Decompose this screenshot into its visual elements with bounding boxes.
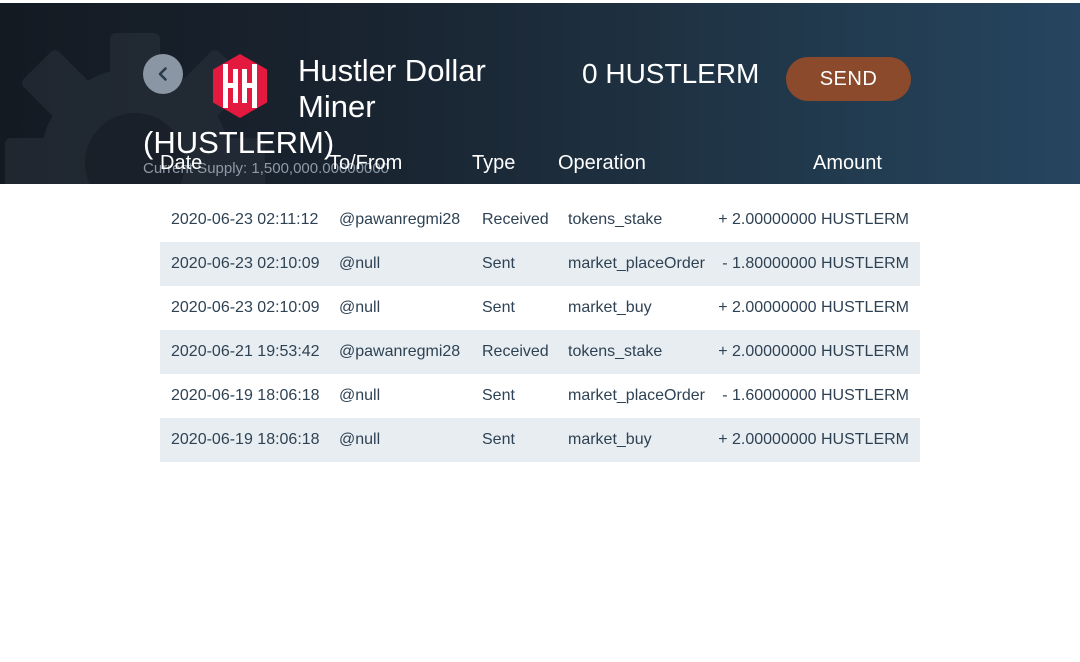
table-row: 2020-06-19 18:06:18 @null Sent market_bu…: [160, 418, 920, 462]
table-row: 2020-06-23 02:10:09 @null Sent market_bu…: [160, 286, 920, 330]
table-row: 2020-06-19 18:06:18 @null Sent market_pl…: [160, 374, 920, 418]
cell-date: 2020-06-23 02:10:09: [171, 299, 320, 316]
cell-type: Sent: [482, 387, 515, 404]
table-row: 2020-06-23 02:11:12 @pawanregmi28 Receiv…: [160, 198, 920, 242]
token-name-line2: Miner: [298, 89, 376, 124]
cell-to-from[interactable]: @pawanregmi28: [339, 343, 460, 361]
token-balance: 0 HUSTLERM: [582, 58, 760, 89]
cell-type: Received: [482, 343, 549, 360]
cell-amount: + 2.00000000 HUSTLERM: [718, 299, 909, 316]
back-button[interactable]: [143, 54, 183, 94]
cell-operation: tokens_stake: [568, 343, 663, 360]
column-header-to-from: To/From: [329, 152, 403, 174]
column-header-type: Type: [472, 152, 516, 174]
table-row: 2020-06-23 02:10:09 @null Sent market_pl…: [160, 242, 920, 286]
cell-to-from[interactable]: @pawanregmi28: [339, 211, 460, 229]
cell-operation: market_buy: [568, 299, 652, 316]
chevron-left-icon: [158, 67, 167, 81]
cell-to-from[interactable]: @null: [339, 255, 380, 273]
cell-type: Sent: [482, 431, 515, 448]
cell-amount: + 2.00000000 HUSTLERM: [718, 343, 909, 360]
cell-date: 2020-06-21 19:53:42: [171, 343, 320, 360]
column-header-operation: Operation: [558, 152, 646, 174]
cell-type: Received: [482, 211, 549, 228]
cell-to-from[interactable]: @null: [339, 299, 380, 317]
cell-operation: market_placeOrder: [568, 255, 705, 272]
cell-operation: market_buy: [568, 431, 652, 448]
cell-to-from[interactable]: @null: [339, 431, 380, 449]
token-name: Hustler Dollar Miner: [298, 53, 528, 125]
cell-operation: tokens_stake: [568, 211, 663, 228]
column-header-date: Date: [160, 152, 203, 174]
cell-type: Sent: [482, 299, 515, 316]
token-header: Hustler Dollar Miner (HUSTLERM) Current …: [0, 3, 1080, 184]
token-name-line1: Hustler Dollar: [298, 53, 486, 88]
cell-amount: + 2.00000000 HUSTLERM: [718, 431, 909, 448]
cell-date: 2020-06-23 02:10:09: [171, 255, 320, 272]
cell-amount: - 1.60000000 HUSTLERM: [722, 387, 909, 404]
cell-type: Sent: [482, 255, 515, 272]
send-button[interactable]: SEND: [786, 57, 911, 101]
cell-date: 2020-06-19 18:06:18: [171, 431, 320, 448]
cell-to-from[interactable]: @null: [339, 387, 380, 405]
cell-amount: - 1.80000000 HUSTLERM: [722, 255, 909, 272]
cell-operation: market_placeOrder: [568, 387, 705, 404]
table-row: 2020-06-21 19:53:42 @pawanregmi28 Receiv…: [160, 330, 920, 374]
hustler-hh-logo-icon: [213, 54, 267, 118]
cell-date: 2020-06-19 18:06:18: [171, 387, 320, 404]
transaction-table: 2020-06-23 02:11:12 @pawanregmi28 Receiv…: [160, 198, 920, 462]
cell-amount: + 2.00000000 HUSTLERM: [718, 211, 909, 228]
cell-date: 2020-06-23 02:11:12: [171, 211, 319, 228]
column-header-amount: Amount: [813, 152, 882, 174]
